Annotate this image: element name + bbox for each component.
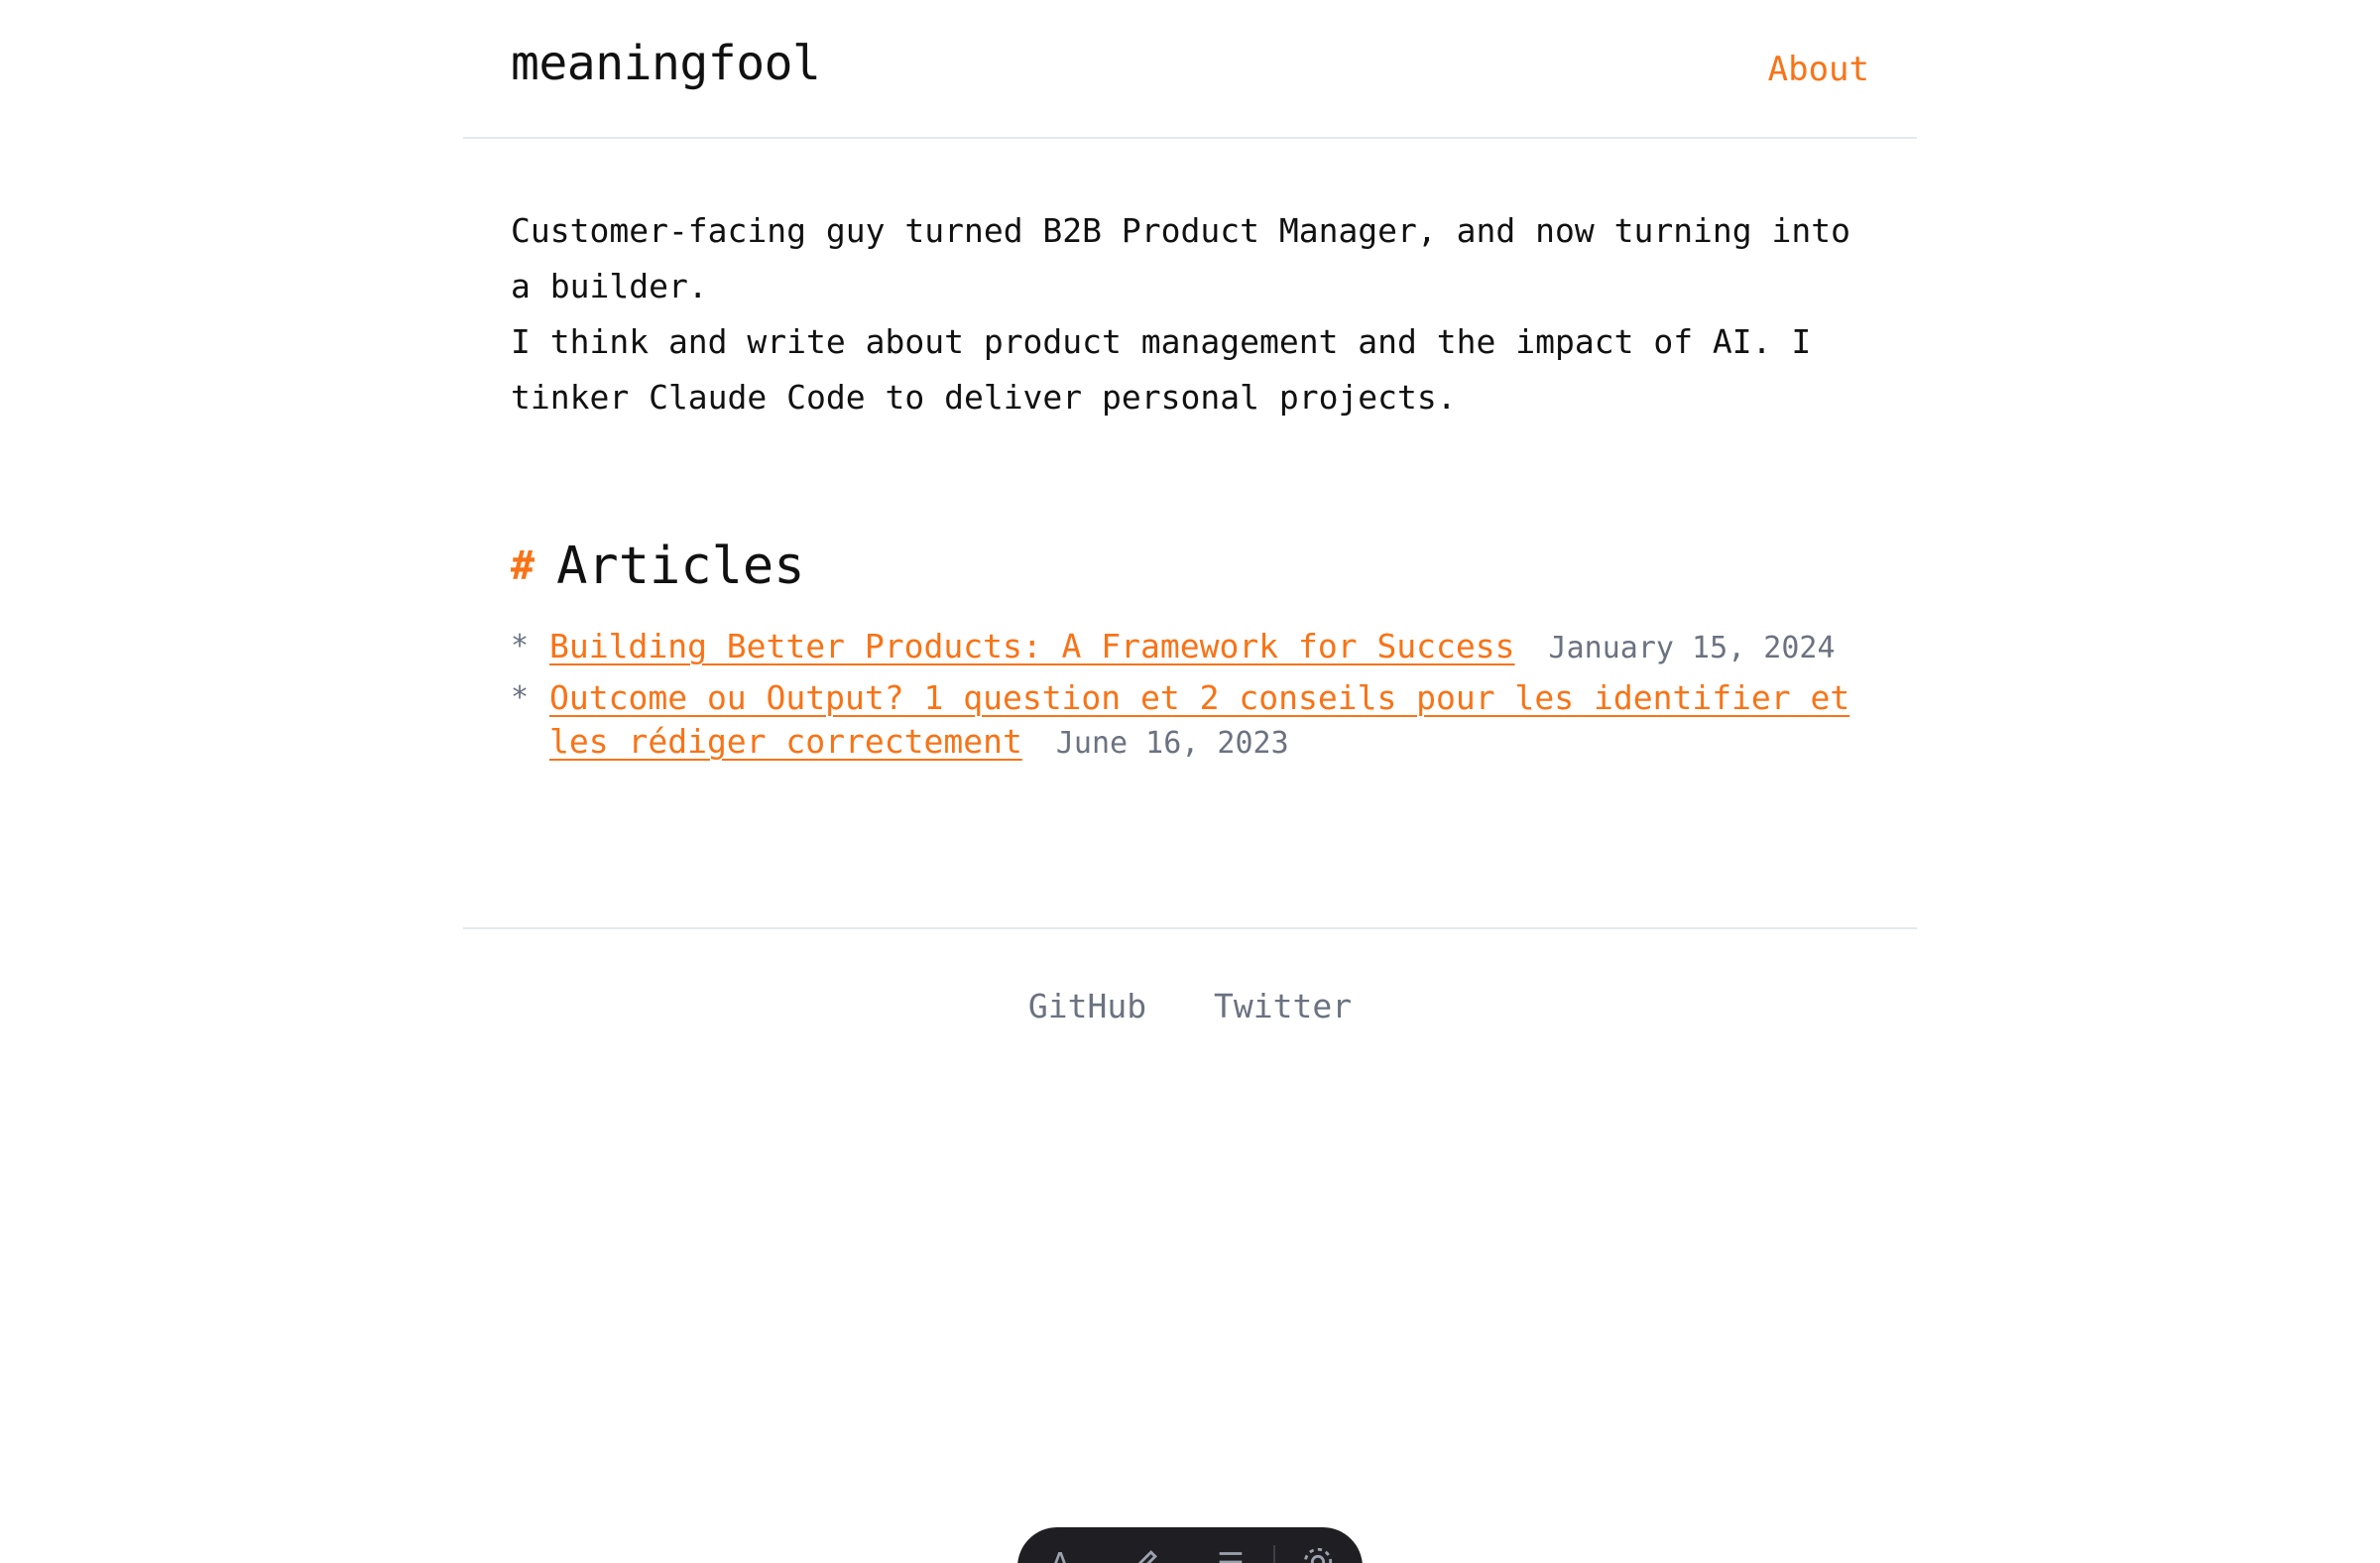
draw-icon-glyph	[1137, 1550, 1157, 1563]
floating-toolbar: A	[1017, 1527, 1363, 1563]
article-list-item: * Building Better Products: A Framework …	[511, 625, 1879, 670]
list-icon-glyph	[1219, 1552, 1243, 1563]
bullet-icon: *	[511, 680, 530, 715]
site-footer: GitHub Twitter	[463, 927, 1917, 1048]
articles-heading-label: Articles	[556, 537, 805, 596]
site-header: meaningfool About	[463, 0, 1917, 139]
page-container: meaningfool About Customer-facing guy tu…	[463, 0, 1917, 1025]
footer-links: GitHub Twitter	[463, 985, 1917, 1028]
site-title-link[interactable]: meaningfool	[511, 34, 821, 93]
article-list-item: * Outcome ou Output? 1 question et 2 con…	[511, 676, 1879, 766]
intro-line-2: I think and write about product manageme…	[511, 322, 1812, 417]
article-date: January 15, 2024	[1548, 631, 1836, 665]
gear-icon-glyph	[1303, 1547, 1333, 1563]
heading-hash-marker: #	[511, 543, 536, 589]
intro-line-1: Customer-facing guy turned B2B Product M…	[511, 211, 1851, 305]
article-link[interactable]: Building Better Products: A Framework fo…	[549, 627, 1515, 665]
nav-about-link[interactable]: About	[1768, 48, 1869, 91]
list-icon[interactable]	[1188, 1545, 1273, 1563]
intro-section: Customer-facing guy turned B2B Product M…	[511, 203, 1879, 425]
footer-link-twitter[interactable]: Twitter	[1214, 987, 1352, 1025]
bullet-icon: *	[511, 629, 530, 663]
footer-link-github[interactable]: GitHub	[1028, 987, 1146, 1025]
gear-icon[interactable]	[1275, 1545, 1361, 1563]
draw-icon[interactable]	[1103, 1545, 1188, 1563]
text-icon[interactable]: A	[1017, 1545, 1103, 1563]
article-list: * Building Better Products: A Framework …	[511, 625, 1879, 772]
article-date: June 16, 2023	[1055, 726, 1289, 761]
articles-heading: # Articles	[511, 534, 805, 603]
